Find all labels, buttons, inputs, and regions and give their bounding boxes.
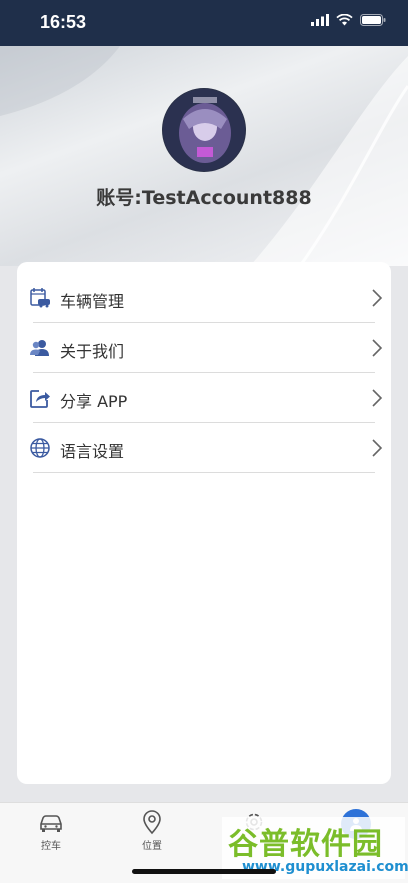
- menu-item-vehicle-management[interactable]: 车辆管理: [17, 273, 391, 323]
- home-indicator[interactable]: [132, 869, 276, 874]
- avatar[interactable]: [162, 88, 246, 172]
- divider: [33, 472, 375, 473]
- vehicle-calendar-icon: [30, 288, 50, 308]
- tab-label: 控车: [41, 841, 61, 852]
- watermark-title: 谷普软件园: [228, 827, 383, 862]
- menu-card: 车辆管理 关于我们 分享 APP 语言设置: [17, 262, 391, 784]
- tab-label: 位置: [142, 841, 162, 852]
- chevron-right-icon: [372, 339, 383, 357]
- status-time: 16:53: [40, 12, 87, 32]
- status-bar: 16:53: [0, 0, 408, 46]
- chevron-right-icon: [372, 439, 383, 457]
- profile-header: 账号:TestAccount888: [0, 46, 408, 266]
- battery-icon: [360, 14, 386, 26]
- globe-icon: [30, 438, 50, 458]
- account-name: 账号:TestAccount888: [96, 187, 312, 209]
- menu-item-label: 关于我们: [60, 342, 125, 361]
- menu-item-label: 分享 APP: [60, 392, 128, 411]
- signal-icon: [311, 14, 329, 26]
- tab-location[interactable]: 位置: [122, 809, 182, 859]
- wifi-icon: [336, 14, 353, 26]
- menu-item-label: 车辆管理: [60, 292, 125, 311]
- menu-item-share-app[interactable]: 分享 APP: [17, 373, 391, 423]
- menu-item-about-us[interactable]: 关于我们: [17, 323, 391, 373]
- location-pin-icon: [143, 810, 161, 835]
- status-icons: [311, 14, 386, 26]
- menu-item-label: 语言设置: [60, 442, 125, 461]
- share-icon: [30, 390, 50, 408]
- car-icon: [40, 815, 62, 832]
- avatar-image: [163, 89, 245, 171]
- users-icon: [30, 340, 49, 356]
- tab-vehicle-control[interactable]: 控车: [21, 809, 81, 859]
- chevron-right-icon: [372, 289, 383, 307]
- chevron-right-icon: [372, 389, 383, 407]
- menu-item-language-settings[interactable]: 语言设置: [17, 423, 391, 473]
